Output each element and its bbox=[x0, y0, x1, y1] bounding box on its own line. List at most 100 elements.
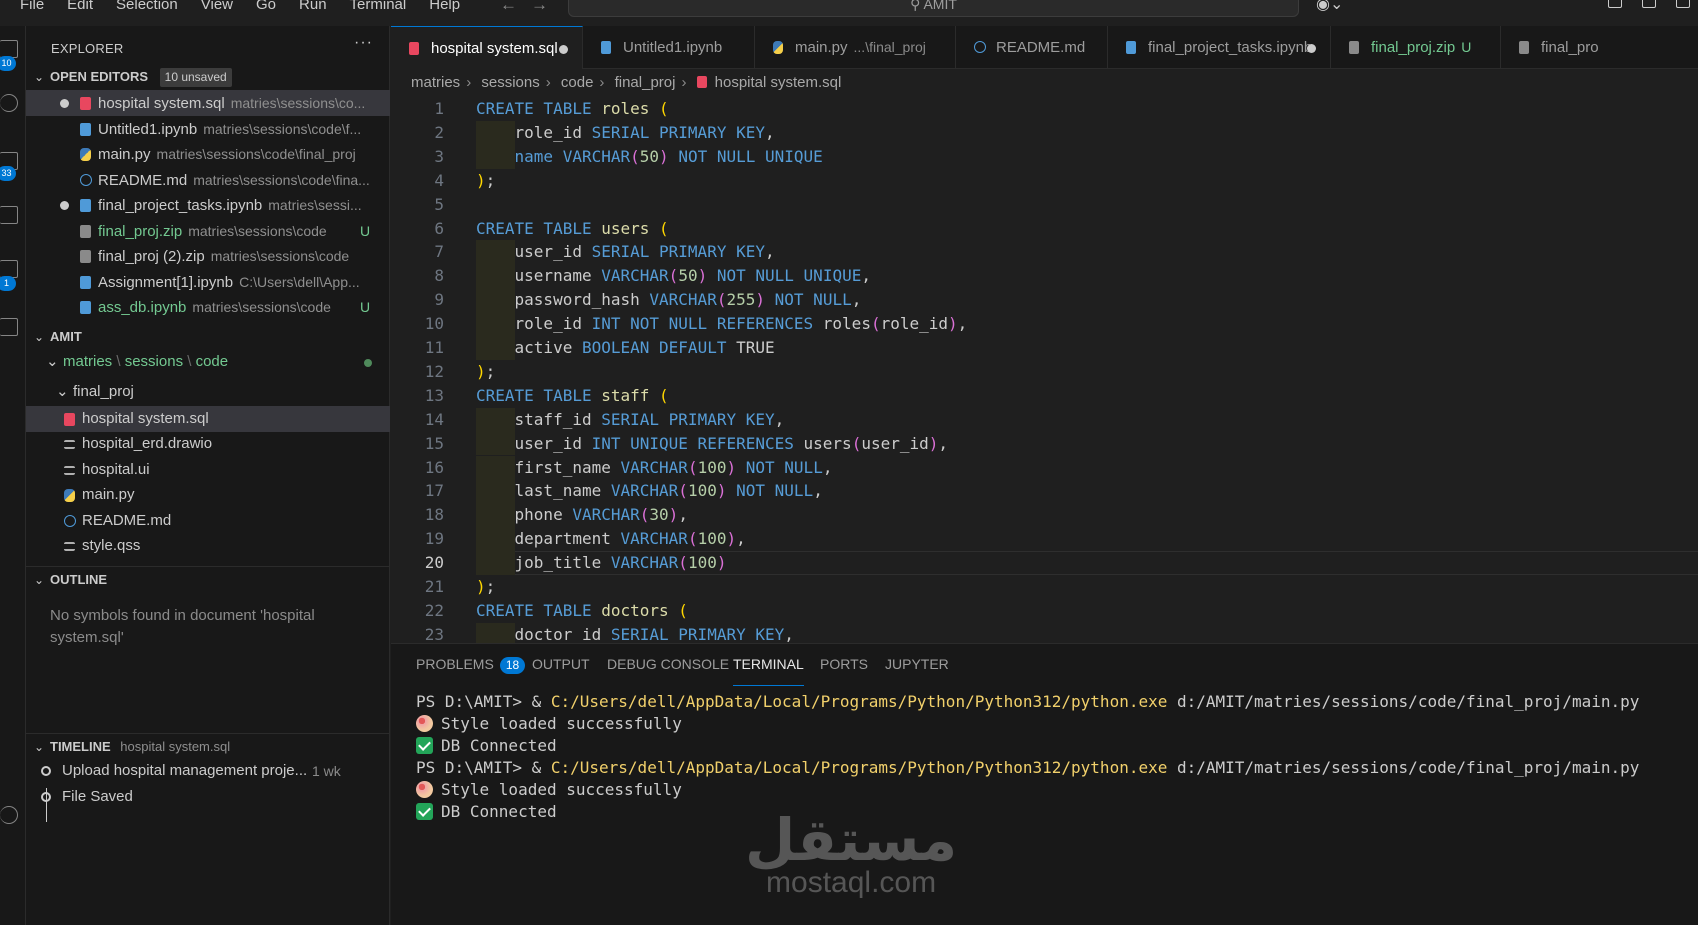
menu-run[interactable]: Run bbox=[299, 0, 327, 13]
notebook-icon bbox=[601, 41, 611, 54]
timeline-header[interactable]: ⌄ TIMELINE hospital system.sql bbox=[26, 733, 390, 759]
code-line[interactable]: 10 role_id INT NOT NULL REFERENCES roles… bbox=[391, 312, 1698, 336]
file-item[interactable]: hospital_erd.drawio bbox=[26, 431, 390, 457]
code-line[interactable]: 5 bbox=[391, 193, 1698, 217]
code-editor[interactable]: 1 CREATE TABLE roles (2 role_id SERIAL PR… bbox=[391, 97, 1698, 643]
run-debug-icon[interactable] bbox=[0, 206, 18, 224]
back-arrow-icon[interactable]: ← bbox=[500, 0, 517, 14]
tab-final-project-tasks[interactable]: final_project_tasks.ipynb bbox=[1108, 26, 1331, 69]
code-line[interactable]: 23 doctor_id SERIAL PRIMARY KEY, bbox=[391, 622, 1698, 643]
code-line[interactable]: 8 username VARCHAR(50) NOT NULL UNIQUE, bbox=[391, 264, 1698, 289]
unsaved-dot-icon[interactable] bbox=[559, 45, 568, 54]
code-line[interactable]: 17 last_name VARCHAR(100) NOT NULL, bbox=[391, 479, 1698, 504]
code-line[interactable]: 4); bbox=[391, 169, 1698, 193]
open-editor-path: matries\sessions\code bbox=[210, 248, 350, 264]
terminal-line: Style loaded successfully bbox=[416, 779, 1639, 801]
file-item[interactable]: hospital system.sql bbox=[26, 406, 390, 432]
code-line[interactable]: 9 password_hash VARCHAR(255) NOT NULL, bbox=[391, 288, 1698, 313]
account-icon[interactable] bbox=[0, 806, 18, 824]
breadcrumb-item[interactable]: code bbox=[561, 74, 594, 91]
open-editor-item[interactable]: README.md matries\sessions\code\fina... bbox=[26, 167, 390, 193]
toggle-panel-icon[interactable] bbox=[1676, 0, 1690, 8]
copilot-icon[interactable]: ◉⌄ bbox=[1316, 0, 1343, 14]
code-line[interactable]: 13 CREATE TABLE staff ( bbox=[391, 384, 1698, 408]
code-line[interactable]: 21); bbox=[391, 575, 1698, 599]
folder-item[interactable]: ⌄ matries \ sessions \ code bbox=[26, 349, 390, 375]
file-item[interactable]: hospital.ui bbox=[26, 457, 390, 483]
tab-readme[interactable]: README.md bbox=[956, 26, 1108, 69]
tab-jupyter[interactable]: JUPYTER bbox=[885, 656, 949, 686]
open-editor-item[interactable]: hospital system.sql matries\sessions\co..… bbox=[26, 90, 390, 116]
forward-arrow-icon[interactable]: → bbox=[531, 0, 548, 14]
code-line[interactable]: 12); bbox=[391, 360, 1698, 384]
outline-header[interactable]: ⌄ OUTLINE bbox=[26, 566, 390, 592]
tab-terminal[interactable]: TERMINAL bbox=[733, 656, 804, 686]
chevron-down-icon: ⌄ bbox=[34, 740, 45, 754]
toggle-sidebar-icon[interactable] bbox=[1642, 0, 1656, 8]
more-actions-icon[interactable]: ··· bbox=[354, 34, 373, 52]
tab-main-py[interactable]: main.py ...\final_proj bbox=[755, 26, 956, 69]
file-item[interactable]: README.md bbox=[26, 508, 390, 534]
breadcrumb-item[interactable]: final_proj bbox=[615, 74, 676, 91]
code-token: active bbox=[514, 338, 582, 357]
timeline-entry[interactable]: File Saved bbox=[26, 784, 390, 810]
code-line[interactable]: 19 department VARCHAR(100), bbox=[391, 527, 1698, 552]
open-editor-item[interactable]: Assignment[1].ipynb C:\Users\dell\App... bbox=[26, 269, 390, 295]
code-line[interactable]: 7 user_id SERIAL PRIMARY KEY, bbox=[391, 240, 1698, 265]
breadcrumb-item[interactable]: matries bbox=[411, 74, 460, 91]
tab-problems[interactable]: PROBLEMS 18 bbox=[416, 656, 526, 686]
customize-layout-icon[interactable] bbox=[1608, 0, 1622, 8]
open-editor-item[interactable]: final_proj.zip matries\sessions\code U bbox=[26, 218, 390, 244]
menu-file[interactable]: File bbox=[20, 0, 44, 13]
menu-terminal[interactable]: Terminal bbox=[350, 0, 407, 13]
menu-selection[interactable]: Selection bbox=[116, 0, 178, 13]
code-line[interactable]: 2 role_id SERIAL PRIMARY KEY, bbox=[391, 120, 1698, 145]
code-line[interactable]: 14 staff_id SERIAL PRIMARY KEY, bbox=[391, 407, 1698, 432]
open-editor-item[interactable]: main.py matries\sessions\code\final_proj bbox=[26, 141, 390, 167]
tab-untitled1[interactable]: Untitled1.ipynb bbox=[583, 26, 755, 69]
unsaved-dot-icon[interactable] bbox=[1307, 44, 1316, 53]
folder-item[interactable]: ⌄ final_proj bbox=[26, 379, 390, 405]
code-line[interactable]: 15 user_id INT UNIQUE REFERENCES users(u… bbox=[391, 431, 1698, 456]
menu-help[interactable]: Help bbox=[429, 0, 460, 13]
tab-final-proj-zip[interactable]: final_proj.zip U bbox=[1331, 26, 1501, 69]
tab-final-pro[interactable]: final_pro bbox=[1501, 26, 1698, 69]
breadcrumb-item[interactable]: hospital system.sql bbox=[715, 74, 842, 91]
command-center-search[interactable]: ⚲ AMIT bbox=[568, 0, 1299, 17]
code-line[interactable]: 6 CREATE TABLE users ( bbox=[391, 217, 1698, 241]
zip-icon bbox=[80, 225, 91, 238]
code-line[interactable]: 22 CREATE TABLE doctors ( bbox=[391, 599, 1698, 623]
workspace-header[interactable]: ⌄ AMIT bbox=[26, 324, 390, 350]
menu-go[interactable]: Go bbox=[256, 0, 276, 13]
menu-edit[interactable]: Edit bbox=[67, 0, 93, 13]
code-line[interactable]: 16 first_name VARCHAR(100) NOT NULL, bbox=[391, 455, 1698, 480]
unsaved-dot-icon[interactable] bbox=[60, 99, 69, 108]
code-line[interactable]: 3 name VARCHAR(50) NOT NULL UNIQUE bbox=[391, 144, 1698, 169]
code-token: ) bbox=[659, 146, 669, 166]
code-token: ) bbox=[726, 529, 737, 549]
code-line[interactable]: 1 CREATE TABLE roles ( bbox=[391, 97, 1698, 121]
code-line[interactable]: 18 phone VARCHAR(30), bbox=[391, 503, 1698, 528]
search-view-icon[interactable] bbox=[0, 94, 18, 112]
menu-view[interactable]: View bbox=[201, 0, 233, 13]
unsaved-dot-icon[interactable] bbox=[60, 201, 69, 210]
code-line[interactable]: 20 job_title VARCHAR(100) bbox=[391, 551, 1698, 575]
timeline-entry[interactable]: Upload hospital management proje... 1 wk bbox=[26, 758, 390, 784]
tab-hospital-system-sql[interactable]: hospital system.sql bbox=[391, 26, 583, 69]
tab-debug-console[interactable]: DEBUG CONSOLE bbox=[607, 656, 729, 686]
file-item[interactable]: style.qss bbox=[26, 533, 390, 559]
open-editor-item[interactable]: Untitled1.ipynb matries\sessions\code\f..… bbox=[26, 116, 390, 142]
tab-output[interactable]: OUTPUT bbox=[532, 656, 590, 686]
open-editors-header[interactable]: ⌄ OPEN EDITORS 10 unsaved bbox=[26, 64, 390, 90]
breadcrumb-item[interactable]: sessions bbox=[481, 74, 539, 91]
terminal-output[interactable]: PS D:\AMIT> & C:/Users/dell/AppData/Loca… bbox=[416, 691, 1639, 823]
code-line[interactable]: 11 active BOOLEAN DEFAULT TRUE bbox=[391, 336, 1698, 360]
open-editor-item[interactable]: final_proj (2).zip matries\sessions\code bbox=[26, 243, 390, 269]
testing-icon[interactable] bbox=[0, 318, 18, 336]
file-item[interactable]: main.py bbox=[26, 482, 390, 508]
code-token: ) bbox=[476, 170, 486, 190]
tab-ports[interactable]: PORTS bbox=[820, 656, 868, 686]
open-editor-item[interactable]: final_project_tasks.ipynb matries\sessi..… bbox=[26, 192, 390, 218]
open-editor-path: matries\sessions\code bbox=[192, 299, 331, 315]
open-editor-item[interactable]: ass_db.ipynb matries\sessions\code U bbox=[26, 294, 390, 320]
